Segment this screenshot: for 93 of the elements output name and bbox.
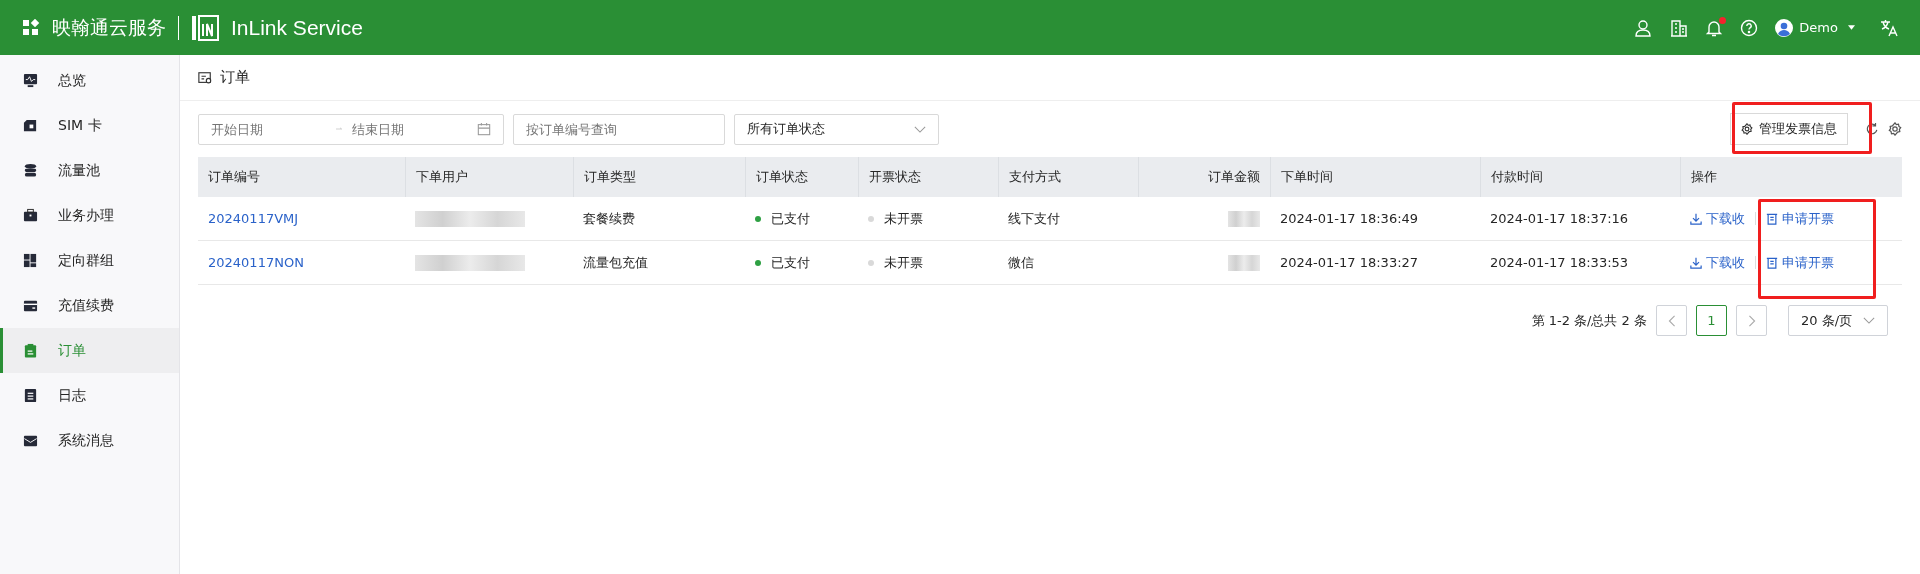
table-cell: 流量包充值 — [573, 240, 745, 285]
page-size-select[interactable]: 20 条/页 — [1788, 305, 1888, 336]
order-status-select[interactable]: 所有订单状态 — [734, 113, 939, 145]
sidebar-item[interactable]: 订单 — [0, 328, 179, 373]
sidebar-item[interactable]: 总览 — [0, 58, 179, 103]
chevron-down-icon — [914, 125, 926, 133]
table-cell: 2024-01-17 18:36:49 — [1270, 197, 1480, 241]
order-status-text: 已支付 — [771, 253, 810, 272]
logo-icon — [191, 14, 219, 41]
building-icon[interactable] — [1670, 18, 1689, 37]
invoice-icon — [1766, 256, 1778, 269]
column-header: 付款时间 — [1480, 157, 1680, 197]
download-receipt-link[interactable]: 下载收 — [1690, 253, 1745, 272]
settings-icon[interactable] — [1888, 122, 1902, 136]
avatar-icon — [1775, 18, 1794, 37]
table-cell: 2024-01-17 18:33:27 — [1270, 240, 1480, 285]
briefcase-icon — [23, 208, 38, 223]
sidebar-label: 业务办理 — [58, 206, 114, 225]
manage-invoice-button[interactable]: 管理发票信息 — [1730, 113, 1848, 145]
sidebar-label: 定向群组 — [58, 251, 114, 270]
column-header: 下单用户 — [405, 157, 573, 197]
settings-icon — [1741, 123, 1753, 135]
sidebar-item[interactable]: 流量池 — [0, 148, 179, 193]
sidebar-label: 订单 — [58, 341, 86, 360]
start-date-input[interactable]: 开始日期 — [211, 121, 326, 137]
sidebar-item[interactable]: SIM 卡 — [0, 103, 179, 148]
sidebar-item[interactable]: 日志 — [0, 373, 179, 418]
apps-grid-icon[interactable] — [22, 18, 40, 37]
refresh-icon[interactable] — [1865, 122, 1879, 136]
column-header: 订单类型 — [573, 157, 745, 197]
mail-icon — [23, 433, 38, 448]
sidebar-label: 系统消息 — [58, 431, 114, 450]
bell-icon[interactable] — [1705, 18, 1724, 37]
table-cell: 套餐续费 — [573, 197, 745, 241]
calendar-icon — [477, 122, 491, 136]
column-header: 订单金额 — [1138, 157, 1270, 197]
clipboard-icon — [23, 343, 38, 358]
table-cell: 2024-01-17 18:33:53 — [1480, 240, 1680, 285]
order-number-search-field[interactable]: 按订单编号查询 — [513, 113, 725, 145]
order-list-icon — [198, 70, 212, 85]
invoice-status-text: 未开票 — [884, 209, 923, 228]
chevron-right-icon — [1747, 314, 1756, 327]
brand-name: 映翰通云服务 — [52, 14, 166, 40]
table-cell: 线下支付 — [998, 197, 1138, 241]
sidebar-item[interactable]: 定向群组 — [0, 238, 179, 283]
sidebar-item[interactable]: 系统消息 — [0, 418, 179, 463]
column-header: 操作 — [1680, 157, 1902, 197]
monitor-icon — [23, 73, 38, 88]
column-header: 开票状态 — [858, 157, 998, 197]
help-icon[interactable] — [1740, 18, 1759, 37]
order-status-text: 已支付 — [771, 209, 810, 228]
user-icon[interactable] — [1635, 18, 1654, 37]
grid-icon — [23, 253, 38, 268]
translate-icon[interactable] — [1880, 18, 1898, 37]
sidebar-label: 充值续费 — [58, 296, 114, 315]
sidebar-label: 总览 — [58, 71, 86, 90]
redacted-amount — [1228, 210, 1260, 227]
card-icon — [23, 298, 38, 313]
column-header: 订单编号 — [198, 157, 405, 197]
order-number-link[interactable]: 20240117NON — [208, 255, 304, 270]
sidebar-label: 流量池 — [58, 161, 100, 180]
page-button[interactable]: 1 — [1696, 305, 1727, 336]
page-title: 订单 — [220, 68, 250, 87]
column-header: 订单状态 — [745, 157, 858, 197]
sidebar-item[interactable]: 充值续费 — [0, 283, 179, 328]
document-icon — [23, 388, 38, 403]
chevron-left-icon — [1667, 314, 1676, 327]
arrow-right-icon — [336, 125, 342, 133]
pagination-summary: 第 1-2 条/总共 2 条 — [1531, 311, 1647, 330]
table-cell: 2024-01-17 18:37:16 — [1480, 197, 1680, 241]
user-menu[interactable]: Demo — [1775, 18, 1863, 37]
sim-card-icon — [23, 118, 38, 133]
product-name: InLink Service — [231, 15, 363, 40]
order-number-link[interactable]: 20240117VMJ — [208, 211, 299, 226]
download-icon — [1690, 256, 1702, 269]
invoice-status-text: 未开票 — [884, 253, 923, 272]
apply-invoice-link[interactable]: 申请开票 — [1766, 209, 1834, 228]
column-header: 支付方式 — [998, 157, 1138, 197]
sidebar-label: 日志 — [58, 386, 86, 405]
chevron-down-icon — [1863, 317, 1875, 324]
column-header: 下单时间 — [1270, 157, 1480, 197]
date-range-field[interactable]: 开始日期 结束日期 — [198, 113, 504, 145]
redacted-amount — [1228, 254, 1260, 271]
caret-icon — [1848, 25, 1855, 30]
sidebar-item[interactable]: 业务办理 — [0, 193, 179, 238]
database-icon — [23, 163, 38, 178]
apply-invoice-link[interactable]: 申请开票 — [1766, 253, 1834, 272]
download-icon — [1690, 212, 1702, 225]
download-receipt-link[interactable]: 下载收 — [1690, 209, 1745, 228]
invoice-icon — [1766, 212, 1778, 225]
table-cell: 微信 — [998, 240, 1138, 285]
sidebar-label: SIM 卡 — [58, 116, 102, 135]
end-date-input[interactable]: 结束日期 — [352, 121, 467, 137]
